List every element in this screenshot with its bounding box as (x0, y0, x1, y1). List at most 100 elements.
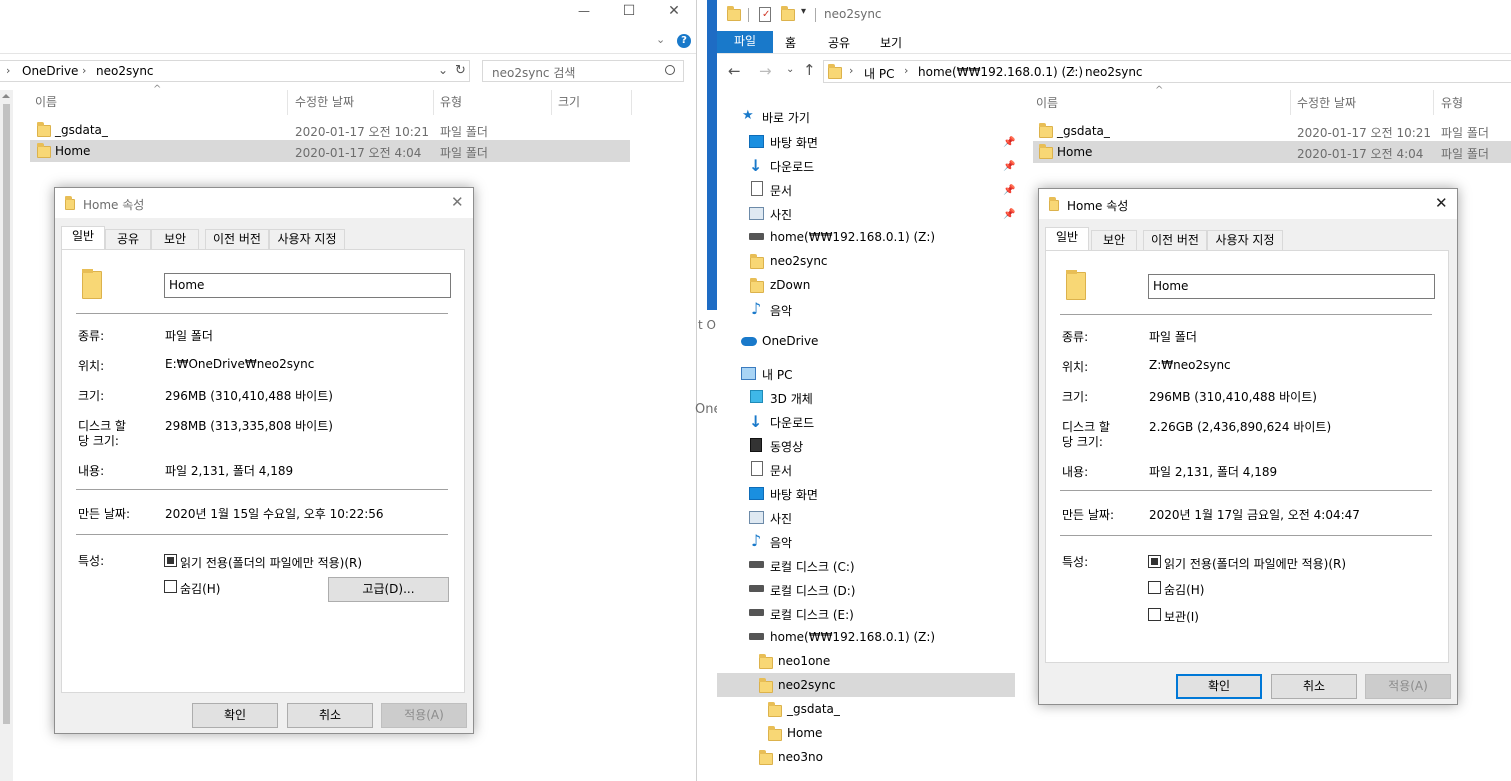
back-arrow-icon[interactable]: ← (728, 62, 741, 80)
breadcrumb-neo2sync[interactable]: neo2sync (1085, 65, 1143, 79)
close-icon[interactable]: ✕ (451, 193, 464, 211)
up-arrow-icon[interactable]: ↑ (803, 61, 816, 79)
cancel-button[interactable]: 취소 (287, 703, 373, 728)
pin-icon[interactable]: 📌 (1003, 162, 1015, 172)
dialog-titlebar[interactable]: Home 속성 ✕ (1039, 189, 1457, 219)
folder-name-field[interactable]: Home (1148, 274, 1435, 299)
nav-item-downloads[interactable]: 다운로드 (770, 158, 814, 175)
nav-item-3d-objects[interactable]: 3D 개체 (770, 390, 813, 407)
tab-previous-versions[interactable]: 이전 버전 (205, 229, 269, 249)
file-row[interactable]: _gsdata_ 2020-01-17 오전 10:21 파일 폴더 (30, 119, 630, 140)
column-header-name[interactable]: 이름 (35, 93, 57, 110)
qat-dropdown-icon[interactable]: ▾ (801, 6, 806, 17)
nav-item-drive-e[interactable]: 로컬 디스크 (E:) (770, 606, 854, 623)
close-button[interactable]: ✕ (662, 3, 686, 23)
nav-item-network-drive[interactable]: home(₩₩192.168.0.1) (Z:) (770, 230, 935, 244)
close-icon[interactable]: ✕ (1435, 194, 1448, 212)
dropdown-icon[interactable]: ⌄ (438, 63, 448, 77)
pin-icon[interactable]: 📌 (1003, 210, 1015, 220)
readonly-label[interactable]: 읽기 전용(폴더의 파일에만 적용)(R) (1164, 555, 1346, 572)
nav-scrollbar[interactable] (0, 90, 13, 781)
tree-item-neo1one[interactable]: neo1one (778, 654, 830, 668)
dialog-titlebar[interactable]: Home 속성 ✕ (55, 188, 473, 218)
properties-icon[interactable]: ✓ (759, 7, 771, 22)
apply-button[interactable]: 적용(A) (1365, 674, 1451, 699)
nav-item-network-drive-pc[interactable]: home(₩₩192.168.0.1) (Z:) (770, 630, 935, 644)
folder-name-value[interactable]: Home (1153, 279, 1188, 293)
address-bar[interactable]: › OneDrive › neo2sync ⌄ ↻ (0, 60, 470, 82)
help-icon[interactable]: ? (677, 34, 691, 48)
address-bar[interactable]: › 내 PC › home(₩₩192.168.0.1) (Z:) › neo2… (823, 60, 1511, 83)
tab-security[interactable]: 보안 (151, 229, 199, 249)
ok-button[interactable]: 확인 (1176, 674, 1262, 699)
readonly-checkbox[interactable] (164, 554, 177, 567)
nav-item-neo2sync[interactable]: neo2sync (770, 254, 828, 268)
nav-item-documents-pc[interactable]: 문서 (770, 462, 792, 479)
pin-icon[interactable]: 📌 (1003, 138, 1015, 148)
tree-item-home[interactable]: Home (787, 726, 822, 740)
nav-item-drive-c[interactable]: 로컬 디스크 (C:) (770, 558, 855, 575)
ok-button[interactable]: 확인 (192, 703, 278, 728)
hidden-label[interactable]: 숨김(H) (1164, 581, 1204, 598)
tree-item-neo2sync[interactable]: neo2sync (778, 678, 836, 692)
tree-item-neo3no[interactable]: neo3no (778, 750, 823, 764)
breadcrumb-onedrive[interactable]: OneDrive (22, 64, 78, 78)
nav-this-pc[interactable]: 내 PC (762, 366, 792, 383)
minimize-button[interactable]: — (572, 4, 596, 24)
cancel-button[interactable]: 취소 (1271, 674, 1357, 699)
tab-customize[interactable]: 사용자 지정 (269, 229, 345, 249)
search-box[interactable]: neo2sync 검색 (482, 60, 684, 82)
archive-label[interactable]: 보관(I) (1164, 608, 1199, 625)
file-row-selected[interactable]: Home 2020-01-17 오전 4:04 파일 폴더 (1033, 141, 1511, 163)
readonly-checkbox[interactable] (1148, 555, 1161, 568)
nav-item-desktop[interactable]: 바탕 화면 (770, 134, 818, 151)
hidden-checkbox[interactable] (1148, 581, 1161, 594)
nav-item-pictures-pc[interactable]: 사진 (770, 510, 792, 527)
nav-item-videos[interactable]: 동영상 (770, 438, 803, 455)
forward-arrow-icon[interactable]: → (759, 62, 772, 80)
tab-customize[interactable]: 사용자 지정 (1207, 230, 1283, 250)
breadcrumb-neo2sync[interactable]: neo2sync (96, 64, 154, 78)
apply-button[interactable]: 적용(A) (381, 703, 467, 728)
ribbon-tab-view[interactable]: 보기 (880, 34, 902, 51)
search-icon[interactable] (665, 65, 675, 75)
hidden-label[interactable]: 숨김(H) (180, 580, 220, 597)
column-header-type[interactable]: 유형 (1441, 94, 1463, 111)
pin-icon[interactable]: 📌 (1003, 186, 1015, 196)
archive-checkbox[interactable] (1148, 608, 1161, 621)
new-folder-icon[interactable] (781, 6, 795, 21)
search-input[interactable]: neo2sync 검색 (492, 64, 575, 81)
column-header-type[interactable]: 유형 (440, 93, 462, 110)
scroll-thumb[interactable] (3, 104, 10, 724)
hidden-checkbox[interactable] (164, 580, 177, 593)
breadcrumb-home-drive[interactable]: home(₩₩192.168.0.1) (Z:) (918, 65, 1083, 79)
folder-name-field[interactable]: Home (164, 273, 451, 298)
chevron-down-icon[interactable]: ⌄ (656, 33, 665, 46)
tab-sharing[interactable]: 공유 (105, 229, 151, 249)
ribbon-tab-home[interactable]: 홈 (785, 34, 796, 51)
maximize-button[interactable]: ☐ (617, 3, 641, 23)
nav-item-drive-d[interactable]: 로컬 디스크 (D:) (770, 582, 855, 599)
column-header-modified[interactable]: 수정한 날짜 (1297, 94, 1356, 111)
nav-quick-access[interactable]: 바로 가기 (762, 109, 810, 126)
column-header-modified[interactable]: 수정한 날짜 (295, 93, 354, 110)
column-header-name[interactable]: 이름 (1036, 94, 1058, 111)
recent-dropdown-icon[interactable]: ⌄ (786, 64, 794, 75)
folder-name-value[interactable]: Home (169, 278, 204, 292)
nav-item-desktop-pc[interactable]: 바탕 화면 (770, 486, 818, 503)
ribbon-tab-file[interactable]: 파일 (717, 31, 773, 53)
nav-item-music[interactable]: 음악 (770, 302, 792, 319)
nav-item-documents[interactable]: 문서 (770, 182, 792, 199)
readonly-label[interactable]: 읽기 전용(폴더의 파일에만 적용)(R) (180, 554, 362, 571)
advanced-button[interactable]: 고급(D)... (328, 577, 449, 602)
tree-item-gsdata[interactable]: _gsdata_ (787, 702, 840, 716)
file-row-selected[interactable]: Home 2020-01-17 오전 4:04 파일 폴더 (30, 140, 630, 162)
tab-general[interactable]: 일반 (1045, 227, 1089, 250)
nav-item-music-pc[interactable]: 음악 (770, 534, 792, 551)
ribbon-tab-share[interactable]: 공유 (828, 34, 850, 51)
tab-general[interactable]: 일반 (61, 226, 105, 249)
tab-previous-versions[interactable]: 이전 버전 (1143, 230, 1207, 250)
refresh-icon[interactable]: ↻ (455, 63, 466, 78)
nav-item-zdown[interactable]: zDown (770, 278, 810, 292)
nav-onedrive[interactable]: OneDrive (762, 334, 818, 348)
